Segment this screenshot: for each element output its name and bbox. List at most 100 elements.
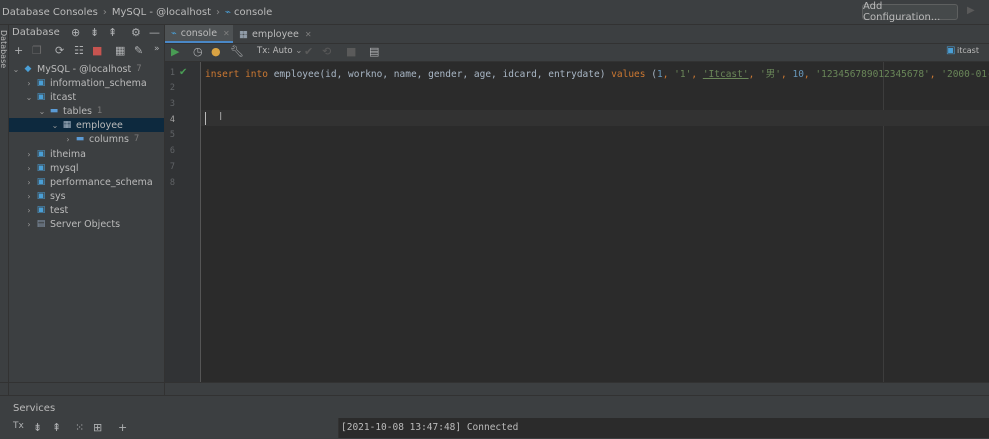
schema-icon: ▣ (36, 78, 46, 88)
services-panel-title: Services (13, 403, 56, 414)
tree-item-itheima[interactable]: › ▣ itheima (9, 147, 179, 161)
breadcrumb-mysql-localhost[interactable]: MySQL - @localhost (112, 7, 211, 18)
tree-item-mysql[interactable]: › ▣ mysql (9, 161, 179, 175)
explain-plan-icon[interactable]: ● (211, 45, 221, 58)
rollback-icon[interactable]: ⟲ (322, 45, 331, 58)
chevron-right-icon[interactable]: › (63, 135, 73, 144)
group-icon[interactable]: ⁙ (75, 421, 84, 434)
tree-item-label: itcast (50, 91, 77, 103)
tree-item-performance-schema[interactable]: › ▣ performance_schema (9, 175, 179, 189)
globe-icon[interactable]: ⊕ (71, 26, 80, 39)
run-icon[interactable]: ▶ (967, 5, 975, 16)
tree-item-label: employee (76, 119, 123, 131)
mouse-ibeam-cursor: I (219, 110, 223, 123)
gear-icon[interactable]: ⚙ (131, 26, 141, 39)
stop-icon[interactable]: ■ (92, 44, 102, 57)
schema-icon: ▣ (36, 191, 46, 201)
chevron-right-icon[interactable]: › (24, 178, 34, 187)
execute-icon[interactable]: ▶ (171, 45, 179, 58)
add-icon[interactable]: + (118, 421, 127, 434)
database-panel-title: Database (12, 27, 60, 38)
tree-item-label: MySQL - @localhost (37, 63, 132, 75)
table-icon[interactable]: ▦ (115, 44, 125, 57)
tree-item-label: itheima (50, 148, 86, 160)
console-output-line: [2021-10-08 13:47:48] Connected (341, 422, 519, 433)
minimize-icon[interactable]: — (149, 26, 160, 39)
add-icon[interactable]: + (14, 44, 23, 57)
breadcrumb-separator: › (216, 6, 221, 18)
expand-all-icon[interactable]: ⇟ (90, 26, 99, 39)
schema-icon: ▣ (36, 149, 46, 159)
sql-number: 10 (792, 69, 804, 80)
commit-icon[interactable]: ✔ (304, 45, 313, 58)
tree-item-mysql-localhost[interactable]: ⌄ ◆ MySQL - @localhost 7 (9, 62, 166, 76)
mysql-icon: ◆ (24, 64, 32, 74)
edit-icon[interactable]: ✎ (134, 44, 143, 57)
filter-icon[interactable]: ⊞ (93, 421, 102, 434)
sql-comma: , (781, 69, 787, 80)
transaction-icon[interactable]: Tx (13, 421, 24, 431)
chevron-down-icon[interactable]: ⌄ (24, 93, 34, 102)
breadcrumb-console[interactable]: console (234, 7, 272, 18)
copy-icon[interactable]: ❐ (32, 44, 42, 57)
sql-string: '123456789012345678' (815, 69, 930, 80)
sql-table-name: employee (273, 69, 320, 80)
tab-employee[interactable]: ▦ employee ✕ (235, 25, 312, 43)
breadcrumb-database-consoles[interactable]: Database Consoles (2, 7, 98, 18)
sql-column-list: (id, workno, name, gender, age, idcard, … (319, 69, 606, 80)
tree-item-test[interactable]: › ▣ test (9, 203, 179, 217)
table-icon: ▦ (62, 120, 72, 130)
sql-comma: , (929, 69, 936, 80)
collapse-all-icon[interactable]: ⇞ (52, 421, 61, 434)
expand-all-icon[interactable]: ⇟ (33, 421, 42, 434)
chevron-down-icon[interactable]: ⌄ (37, 107, 47, 116)
tree-item-label: sys (50, 190, 66, 202)
tab-label: console (180, 27, 218, 39)
server-objects-icon: ▤ (36, 219, 46, 229)
stop-icon[interactable]: ■ (346, 45, 356, 58)
text-caret (205, 112, 206, 125)
sql-comma: , (803, 69, 810, 80)
collapse-all-icon[interactable]: ⇞ (108, 26, 117, 39)
wrench-icon[interactable]: 🔧︎ (230, 45, 244, 58)
tree-item-server-objects[interactable]: › ▤ Server Objects (9, 217, 179, 231)
chevron-right-icon[interactable]: › (24, 79, 34, 88)
line-number: 4 (169, 115, 175, 125)
line-number: 6 (169, 146, 175, 156)
chevron-right-icon[interactable]: › (24, 150, 34, 159)
output-layout-icon[interactable]: ▤ (369, 45, 379, 58)
database-tool-window-tab[interactable]: Database (0, 30, 8, 80)
schema-icon: ▣ (36, 205, 46, 215)
tree-item-sys[interactable]: › ▣ sys (9, 189, 179, 203)
current-line-highlight (201, 110, 989, 126)
line-number: 8 (169, 178, 175, 188)
folder-icon: ▬ (49, 106, 59, 116)
chevron-right-icon[interactable]: › (24, 206, 34, 215)
refresh-icon[interactable]: ⟳ (55, 44, 64, 57)
breadcrumb: Database Consoles › MySQL - @localhost ›… (2, 0, 272, 24)
tab-console[interactable]: ⌁ console ✕ (165, 25, 233, 43)
schema-icon: ▣ (36, 92, 46, 102)
tree-item-information-schema[interactable]: › ▣ information_schema (9, 76, 179, 90)
close-icon[interactable]: ✕ (305, 30, 312, 39)
transaction-mode-dropdown[interactable]: Tx: Auto ⌄ (257, 46, 302, 56)
chevron-right-icon[interactable]: › (24, 220, 34, 229)
chevron-right-icon[interactable]: › (24, 192, 34, 201)
table-icon: ▦ (239, 28, 248, 40)
close-icon[interactable]: ✕ (223, 29, 230, 38)
tree-item-itcast[interactable]: ⌄ ▣ itcast (9, 90, 179, 104)
history-icon[interactable]: ◷ (193, 45, 203, 58)
schema-icon[interactable]: ☷ (74, 44, 84, 57)
current-schema-selector[interactable]: itcast (957, 46, 979, 55)
sql-comma: , (662, 69, 669, 80)
more-icon[interactable]: » (154, 44, 160, 54)
tree-item-label: performance_schema (50, 176, 153, 188)
check-icon: ✔ (179, 67, 188, 78)
schema-icon: ▣ (36, 177, 46, 187)
sql-string: '1' (674, 69, 692, 80)
chevron-down-icon[interactable]: ⌄ (11, 65, 21, 74)
line-number: 2 (169, 83, 175, 93)
add-configuration-button[interactable]: Add Configuration... (862, 1, 958, 23)
chevron-down-icon[interactable]: ⌄ (50, 121, 60, 130)
chevron-right-icon[interactable]: › (24, 164, 34, 173)
